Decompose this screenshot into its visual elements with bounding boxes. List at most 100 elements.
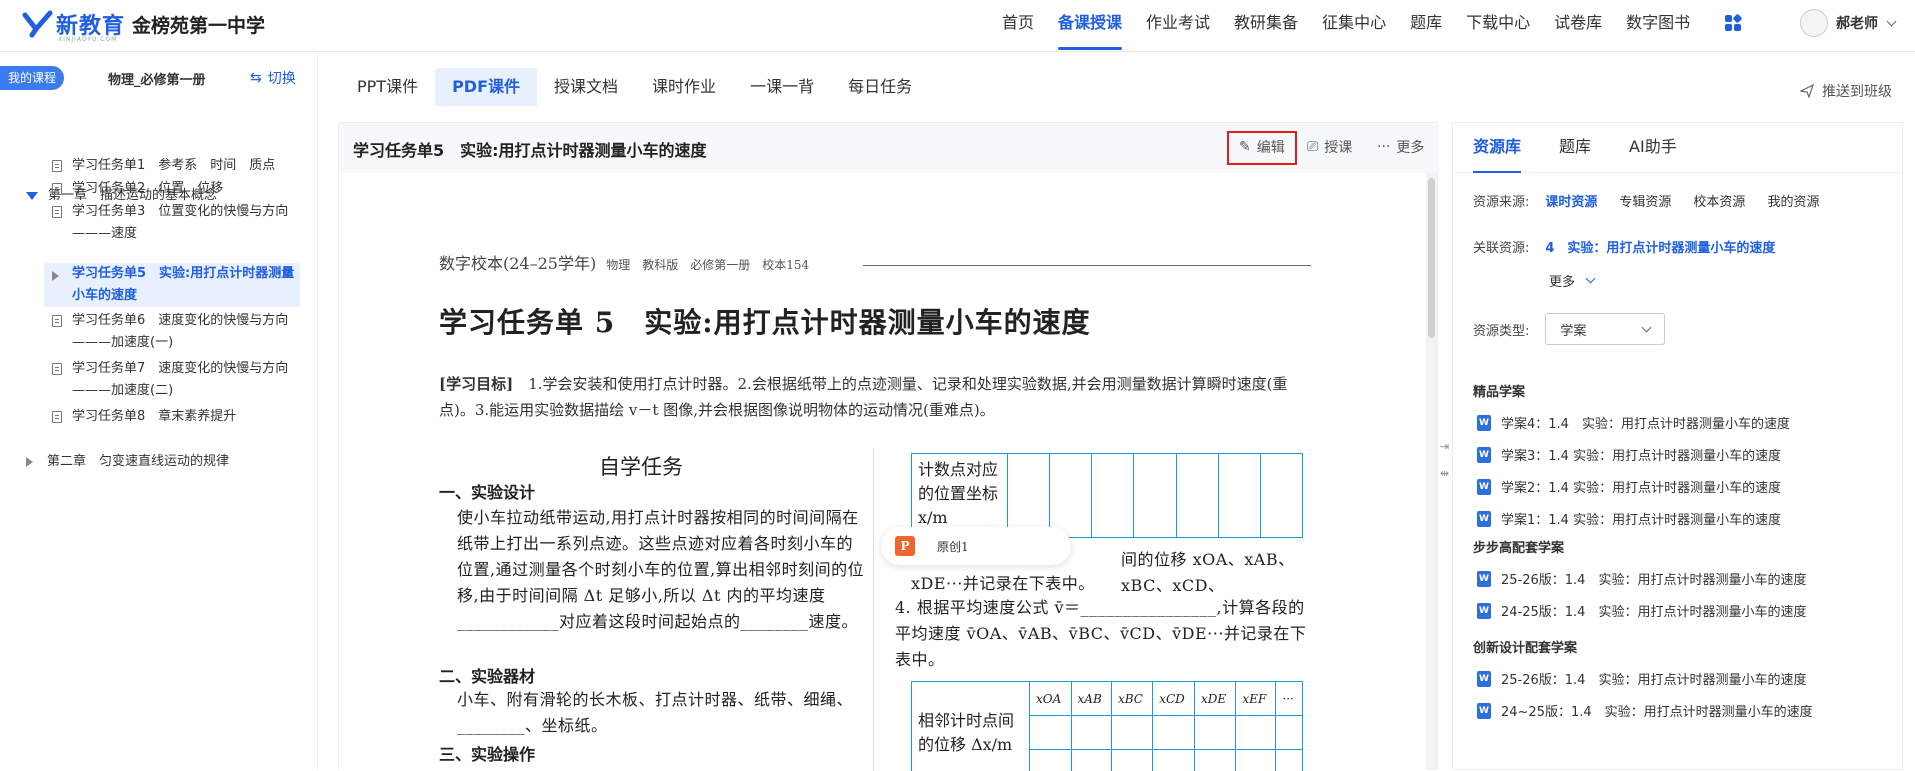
nav-teaching-research[interactable]: 教研集备: [1234, 0, 1298, 52]
resource-title: 25-26版：1.4 实验：用打点计时器测量小车的速度: [1501, 669, 1806, 688]
teach-button[interactable]: ⎚授课: [1307, 137, 1352, 157]
section-heading: 一、实验设计: [439, 479, 535, 503]
scrollbar[interactable]: [1428, 178, 1435, 338]
goal-tag: [学习目标]: [439, 375, 513, 393]
nav-digital-books[interactable]: 数字图书: [1626, 0, 1690, 52]
resource-type-select[interactable]: 学案: [1545, 313, 1665, 345]
tab-ppt[interactable]: PPT课件: [340, 68, 435, 106]
related-resource-link[interactable]: 4 实验：用打点计时器测量小车的速度: [1545, 237, 1775, 256]
switch-label: 切换: [268, 68, 296, 88]
resource-item[interactable]: W学案1：1.4 实验：用打点计时器测量小车的速度: [1477, 509, 1781, 528]
edit-label: 编辑: [1257, 137, 1285, 157]
user-menu[interactable]: 郝老师: [1800, 9, 1895, 37]
more-icon: ···: [1377, 139, 1390, 155]
group-title: 步步高配套学案: [1473, 537, 1564, 556]
table-cell: [1092, 454, 1134, 538]
panel-toggle-icons[interactable]: ⇥ ⇹: [1440, 440, 1452, 480]
resource-item[interactable]: W25-26版：1.4 实验：用打点计时器测量小车的速度: [1477, 569, 1806, 588]
source-lesson[interactable]: 课时资源: [1545, 191, 1597, 210]
original-floating-card[interactable]: P 原创1: [881, 527, 1071, 565]
viewer-header: 学习任务单5 实验:用打点计时器测量小车的速度 ✎编辑 ⎚授课 ···更多: [339, 123, 1439, 173]
resource-source-row: 资源来源: 课时资源 专辑资源 校本资源 我的资源: [1473, 191, 1841, 210]
table-col-head: xEF: [1236, 682, 1276, 716]
word-doc-icon: W: [1477, 479, 1491, 495]
word-doc-icon: W: [1477, 447, 1491, 463]
app-grid-icon[interactable]: [1725, 15, 1741, 31]
resource-item[interactable]: W24-25版：1.4 实验：用打点计时器测量小车的速度: [1477, 601, 1806, 620]
tab-pdf[interactable]: PDF课件: [435, 68, 537, 106]
task-item-active[interactable]: 学习任务单5 实验:用打点计时器测量小车的速度···: [44, 263, 300, 307]
table-cell: [1218, 454, 1260, 538]
nav-lesson-prep[interactable]: 备课授课: [1058, 0, 1122, 52]
related-resource-row: 关联资源: 4 实验：用打点计时器测量小车的速度: [1473, 237, 1775, 256]
more-button[interactable]: ··· 更多: [1377, 137, 1424, 157]
my-course-tag[interactable]: 我的课程: [0, 66, 64, 90]
tab-resource-library[interactable]: 资源库: [1473, 123, 1521, 173]
tab-class-homework[interactable]: 课时作业: [635, 68, 733, 106]
switch-course-button[interactable]: ⇆ 切换: [250, 68, 296, 88]
nav-question-bank[interactable]: 题库: [1410, 0, 1442, 52]
header-rule: [863, 265, 1311, 266]
table-col-head: xBC: [1111, 682, 1152, 716]
resource-item[interactable]: W学案3：1.4 实验：用打点计时器测量小车的速度: [1477, 445, 1781, 464]
top-bar: 新教育 XINJIAOYU.COM 金榜苑第一中学 首页 备课授课 作业考试 教…: [0, 0, 1915, 52]
table-col-head: xCD: [1153, 682, 1195, 716]
table-cell: [1176, 454, 1218, 538]
resource-tabs: PPT课件 PDF课件 授课文档 课时作业 一课一背 每日任务: [340, 68, 929, 106]
section-heading: 二、实验器材: [439, 663, 535, 687]
edit-button[interactable]: ✎编辑: [1239, 137, 1285, 157]
resource-item[interactable]: W学案4：1.4 实验：用打点计时器测量小车的速度: [1477, 413, 1790, 432]
logo[interactable]: 新教育 XINJIAOYU.COM: [22, 8, 125, 40]
more-toggle[interactable]: 更多: [1549, 271, 1594, 290]
nav-download-center[interactable]: 下载中心: [1466, 0, 1530, 52]
task-item[interactable]: 学习任务单3 位置变化的快慢与方向———速度: [44, 201, 300, 245]
task-item[interactable]: 学习任务单7 速度变化的快慢与方向———加速度(二): [44, 358, 300, 402]
resource-title: 24-25版：1.4 实验：用打点计时器测量小车的速度: [1501, 601, 1806, 620]
paragraph: xDE···并记录在下表中。: [911, 571, 1311, 597]
tab-daily-task[interactable]: 每日任务: [831, 68, 929, 106]
resource-item[interactable]: W 25-26版：1.4 实验：用打点计时器测量小车的速度: [1477, 669, 1806, 688]
task-item[interactable]: 学习任务单1 参考系 时间 质点: [44, 155, 300, 177]
nav-collection-center[interactable]: 征集中心: [1322, 0, 1386, 52]
document-icon: [52, 363, 62, 375]
tab-teaching-doc[interactable]: 授课文档: [537, 68, 635, 106]
table-cell: [1050, 454, 1092, 538]
doc-header-main: 数字校本(24–25学年): [439, 254, 596, 273]
task-item[interactable]: 学习任务单6 速度变化的快慢与方向———加速度(一): [44, 310, 300, 354]
source-school[interactable]: 校本资源: [1693, 191, 1745, 210]
group-title: 创新设计配套学案: [1473, 637, 1577, 656]
task-label: 学习任务单3 位置变化的快慢与方向———速度: [72, 204, 288, 241]
doc-header-sub: 物理 教科版 必修第一册 校本154: [606, 258, 809, 272]
group-title: 精品学案: [1473, 381, 1525, 400]
push-to-class-button[interactable]: 推送到班级: [1800, 81, 1892, 101]
tab-recite[interactable]: 一课一背: [733, 68, 831, 106]
resource-type-row: 资源类型: 学案: [1473, 313, 1665, 345]
nav-paper-bank[interactable]: 试卷库: [1554, 0, 1602, 52]
task-item[interactable]: 学习任务单8 章末素养提升: [44, 406, 300, 428]
source-mine[interactable]: 我的资源: [1767, 191, 1819, 210]
task-label: 学习任务单6 速度变化的快慢与方向———加速度(一): [72, 313, 288, 350]
column-divider: [873, 448, 874, 771]
word-doc-icon: W: [1477, 671, 1491, 687]
nav-home[interactable]: 首页: [1002, 0, 1034, 52]
chevron-down-icon: [1887, 16, 1897, 26]
more-toggle-label: 更多: [1549, 271, 1575, 290]
split-icon[interactable]: ⇹: [1440, 467, 1452, 480]
resource-item[interactable]: W学案2：1.4 实验：用打点计时器测量小车的速度: [1477, 477, 1781, 496]
task-item[interactable]: 学习任务单2 位置 位移: [44, 178, 300, 200]
source-album[interactable]: 专辑资源: [1619, 191, 1671, 210]
ppt-icon: P: [895, 536, 915, 556]
resource-item[interactable]: W24~25版：1.4 实验：用打点计时器测量小车的速度: [1477, 701, 1813, 720]
more-label: 更多: [1396, 137, 1424, 157]
tab-question-bank[interactable]: 题库: [1559, 123, 1591, 173]
avatar: [1800, 9, 1828, 37]
chevron-down-icon: [1586, 274, 1596, 284]
resource-title: 25-26版：1.4 实验：用打点计时器测量小车的速度: [1501, 569, 1806, 588]
pdf-viewer: 学习任务单5 实验:用打点计时器测量小车的速度 ✎编辑 ⎚授课 ···更多 数字…: [338, 122, 1438, 770]
panel-tabs: 资源库 题库 AI助手: [1453, 123, 1904, 173]
task-more-button[interactable]: ···: [277, 263, 292, 285]
tab-ai-assistant[interactable]: AI助手: [1629, 123, 1677, 173]
chapter-2[interactable]: 第二章 匀变速直线运动的规律: [26, 450, 229, 469]
collapse-icon[interactable]: ⇥: [1440, 440, 1452, 453]
nav-homework-exam[interactable]: 作业考试: [1146, 0, 1210, 52]
